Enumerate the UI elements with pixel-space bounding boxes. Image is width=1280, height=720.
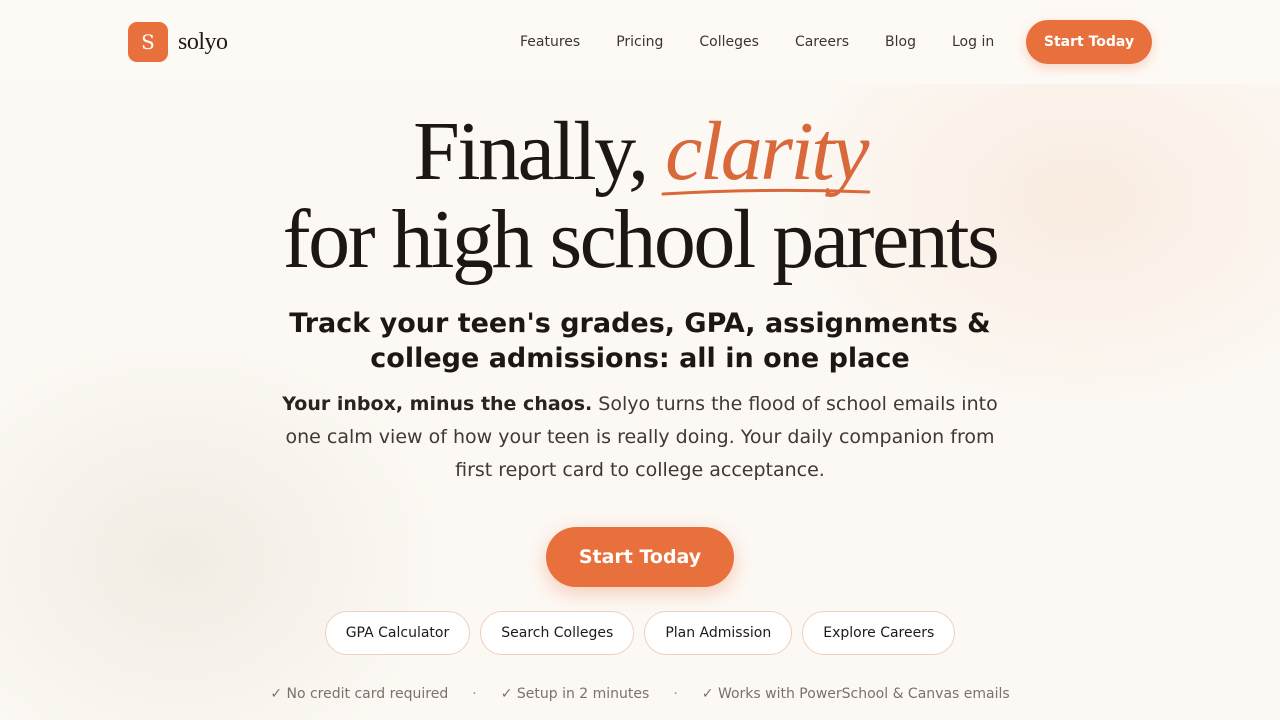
nav-link-features[interactable]: Features — [520, 34, 580, 50]
trust-item-no-credit-card: ✓ No credit card required — [270, 686, 449, 702]
hero-start-today-button[interactable]: Start Today — [546, 527, 734, 587]
trust-item-integrations: ✓ Works with PowerSchool & Canvas emails — [701, 686, 1010, 702]
nav-link-colleges[interactable]: Colleges — [699, 34, 759, 50]
trust-item-setup-time: ✓ Setup in 2 minutes — [500, 686, 650, 702]
gpa-calculator-link[interactable]: GPA Calculator — [324, 611, 471, 655]
hero-subhead: Track your teen's grades, GPA, assignmen… — [289, 308, 991, 374]
hero-title-accent-word: clarity — [665, 105, 869, 198]
nav-link-blog[interactable]: Blog — [885, 34, 916, 50]
trust-separator: · — [472, 686, 477, 702]
site-header: S solyo Features Pricing Colleges Career… — [0, 0, 1280, 84]
hero-lede-bold: Your inbox, minus the chaos. — [282, 393, 593, 415]
search-colleges-link[interactable]: Search Colleges — [480, 611, 635, 655]
logo-wordmark: solyo — [178, 28, 228, 55]
nav-link-pricing[interactable]: Pricing — [616, 34, 663, 50]
hero-lede: Your inbox, minus the chaos. Solyo turns… — [270, 388, 1010, 487]
brand-logo[interactable]: S solyo — [128, 22, 228, 62]
nav-link-login[interactable]: Log in — [952, 34, 994, 50]
hero-title-line-1: Finally, clarity — [0, 108, 1280, 196]
logo-mark: S — [128, 22, 168, 62]
hero-title-accent: clarity — [661, 105, 871, 198]
hero-title-prefix: Finally, — [413, 105, 666, 198]
trust-badges: ✓ No credit card required · ✓ Setup in 2… — [0, 686, 1280, 702]
nav-link-careers[interactable]: Careers — [795, 34, 849, 50]
plan-admission-link[interactable]: Plan Admission — [644, 611, 793, 655]
trust-separator: · — [673, 686, 678, 702]
accent-underline — [661, 188, 871, 196]
header-start-today-button[interactable]: Start Today — [1026, 20, 1152, 64]
quick-links: GPA Calculator Search Colleges Plan Admi… — [0, 611, 1280, 655]
explore-careers-link[interactable]: Explore Careers — [802, 611, 956, 655]
hero-title: Finally, clarity for high school parents — [0, 108, 1280, 284]
hero-title-line-2: for high school parents — [282, 193, 1000, 286]
main-nav: Features Pricing Colleges Careers Blog L… — [520, 20, 1026, 64]
